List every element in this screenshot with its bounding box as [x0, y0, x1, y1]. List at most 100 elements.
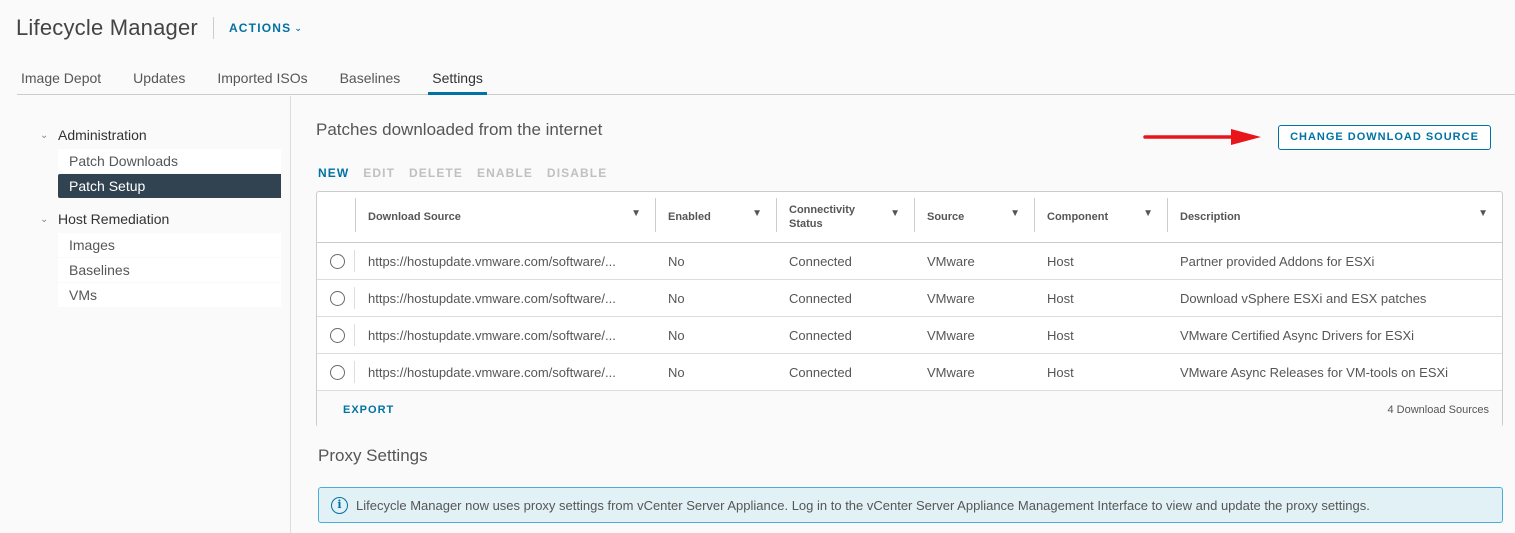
sidebar-item-patch-setup[interactable]: Patch Setup — [58, 174, 281, 198]
select-cell — [317, 280, 355, 316]
cell-download-source: https://hostupdate.vmware.com/software/.… — [368, 327, 616, 343]
column-header-source[interactable]: Source ▼ — [914, 192, 1034, 242]
cell-enabled: No — [668, 364, 685, 380]
cell-source: VMware — [927, 253, 975, 269]
tab-baselines[interactable]: Baselines — [336, 62, 405, 94]
alert-text: Lifecycle Manager now uses proxy setting… — [356, 497, 1370, 513]
select-column-header — [317, 192, 355, 242]
cell-connectivity: Connected — [789, 364, 852, 380]
column-divider[interactable] — [1167, 198, 1168, 232]
grid-footer: EXPORT 4 Download Sources — [317, 391, 1502, 428]
cell-connectivity: Connected — [789, 253, 852, 269]
actions-menu-button[interactable]: ACTIONS ⌄ — [229, 21, 303, 35]
column-divider[interactable] — [776, 198, 777, 232]
cell-connectivity: Connected — [789, 327, 852, 343]
chevron-down-icon[interactable]: ⌄ — [40, 214, 58, 225]
table-row[interactable]: https://hostupdate.vmware.com/software/.… — [317, 317, 1502, 354]
edit-button[interactable]: EDIT — [363, 166, 395, 180]
filter-icon[interactable]: ▼ — [1143, 208, 1153, 219]
tree-group-host-remediation[interactable]: ⌄ Host Remediation — [40, 211, 169, 227]
column-label-line: Connectivity — [789, 204, 856, 216]
tab-settings[interactable]: Settings — [428, 62, 487, 95]
column-header-component[interactable]: Component ▼ — [1034, 192, 1167, 242]
cell-enabled: No — [668, 290, 685, 306]
table-row[interactable]: https://hostupdate.vmware.com/software/.… — [317, 243, 1502, 280]
cell-download-source: https://hostupdate.vmware.com/software/.… — [368, 253, 616, 269]
select-cell — [317, 354, 355, 390]
table-row[interactable]: https://hostupdate.vmware.com/software/.… — [317, 354, 1502, 391]
title-divider — [212, 17, 214, 39]
column-header-enabled[interactable]: Enabled ▼ — [655, 192, 776, 242]
column-header-description[interactable]: Description ▼ — [1167, 192, 1502, 242]
chevron-down-icon: ⌄ — [294, 22, 304, 33]
column-label: Connectivity Status — [789, 203, 855, 231]
filter-icon[interactable]: ▼ — [1478, 208, 1488, 219]
delete-button[interactable]: DELETE — [409, 166, 463, 180]
cell-component: Host — [1047, 327, 1074, 343]
proxy-info-alert: i Lifecycle Manager now uses proxy setti… — [318, 487, 1503, 523]
annotation-arrow-icon — [1143, 129, 1261, 145]
column-divider[interactable] — [355, 198, 356, 232]
cell-description: VMware Certified Async Drivers for ESXi — [1180, 327, 1415, 343]
cell-component: Host — [1047, 290, 1074, 306]
app-header: Lifecycle Manager ACTIONS ⌄ — [16, 14, 303, 42]
chevron-down-icon[interactable]: ⌄ — [40, 130, 58, 141]
change-download-source-button[interactable]: CHANGE DOWNLOAD SOURCE — [1278, 125, 1491, 150]
cell-description: VMware Async Releases for VM-tools on ES… — [1180, 364, 1449, 380]
column-label: Component — [1047, 211, 1109, 223]
cell-download-source: https://hostupdate.vmware.com/software/.… — [368, 290, 616, 306]
disable-button[interactable]: DISABLE — [547, 166, 607, 180]
column-header-connectivity-status[interactable]: Connectivity Status ▼ — [776, 192, 914, 242]
sidebar-item-baselines[interactable]: Baselines — [58, 258, 281, 282]
filter-icon[interactable]: ▼ — [631, 208, 641, 219]
actions-label: ACTIONS — [228, 21, 292, 35]
settings-sidebar: ⌄ Administration Patch Downloads Patch S… — [0, 96, 291, 533]
filter-icon[interactable]: ▼ — [890, 208, 900, 219]
select-cell — [317, 317, 355, 353]
sidebar-item-images[interactable]: Images — [58, 233, 281, 257]
tab-image-depot[interactable]: Image Depot — [17, 62, 105, 94]
cell-enabled: No — [668, 327, 685, 343]
sidebar-item-patch-downloads[interactable]: Patch Downloads — [58, 149, 281, 173]
tab-imported-isos[interactable]: Imported ISOs — [213, 62, 311, 94]
row-radio[interactable] — [330, 327, 345, 343]
cell-component: Host — [1047, 364, 1074, 380]
grid-header: Download Source ▼ Enabled ▼ Connectivity… — [317, 192, 1502, 243]
select-cell — [317, 243, 355, 279]
cell-download-source: https://hostupdate.vmware.com/software/.… — [368, 364, 616, 380]
grid-toolbar: NEW EDIT DELETE ENABLE DISABLE — [318, 166, 621, 180]
info-icon: i — [331, 496, 348, 514]
download-sources-grid: Download Source ▼ Enabled ▼ Connectivity… — [316, 191, 1503, 428]
cell-description: Partner provided Addons for ESXi — [1180, 253, 1375, 269]
tree-group-label: Administration — [58, 127, 147, 143]
row-radio[interactable] — [330, 364, 345, 380]
column-label-line: Status — [789, 218, 823, 230]
tab-bar: Image Depot Updates Imported ISOs Baseli… — [17, 62, 1515, 95]
enable-button[interactable]: ENABLE — [477, 166, 533, 180]
sidebar-item-vms[interactable]: VMs — [58, 283, 281, 307]
export-button[interactable]: EXPORT — [343, 404, 394, 416]
column-label: Description — [1180, 211, 1241, 223]
tree-group-administration[interactable]: ⌄ Administration — [40, 127, 147, 143]
cell-connectivity: Connected — [789, 290, 852, 306]
cell-component: Host — [1047, 253, 1074, 269]
column-header-download-source[interactable]: Download Source ▼ — [355, 192, 655, 242]
new-button[interactable]: NEW — [318, 166, 349, 180]
tab-updates[interactable]: Updates — [129, 62, 189, 94]
column-divider[interactable] — [655, 198, 656, 232]
table-row[interactable]: https://hostupdate.vmware.com/software/.… — [317, 280, 1502, 317]
row-count: 4 Download Sources — [1387, 403, 1489, 416]
cell-enabled: No — [668, 253, 685, 269]
column-divider[interactable] — [914, 198, 915, 232]
cell-source: VMware — [927, 290, 975, 306]
row-radio[interactable] — [330, 290, 345, 306]
column-label: Download Source — [368, 211, 461, 223]
column-label: Enabled — [668, 211, 711, 223]
row-radio[interactable] — [330, 253, 345, 269]
tree-group-label: Host Remediation — [58, 211, 170, 227]
cell-description: Download vSphere ESXi and ESX patches — [1180, 290, 1427, 306]
filter-icon[interactable]: ▼ — [1010, 208, 1020, 219]
cell-source: VMware — [927, 364, 975, 380]
filter-icon[interactable]: ▼ — [752, 208, 762, 219]
column-divider[interactable] — [1034, 198, 1035, 232]
